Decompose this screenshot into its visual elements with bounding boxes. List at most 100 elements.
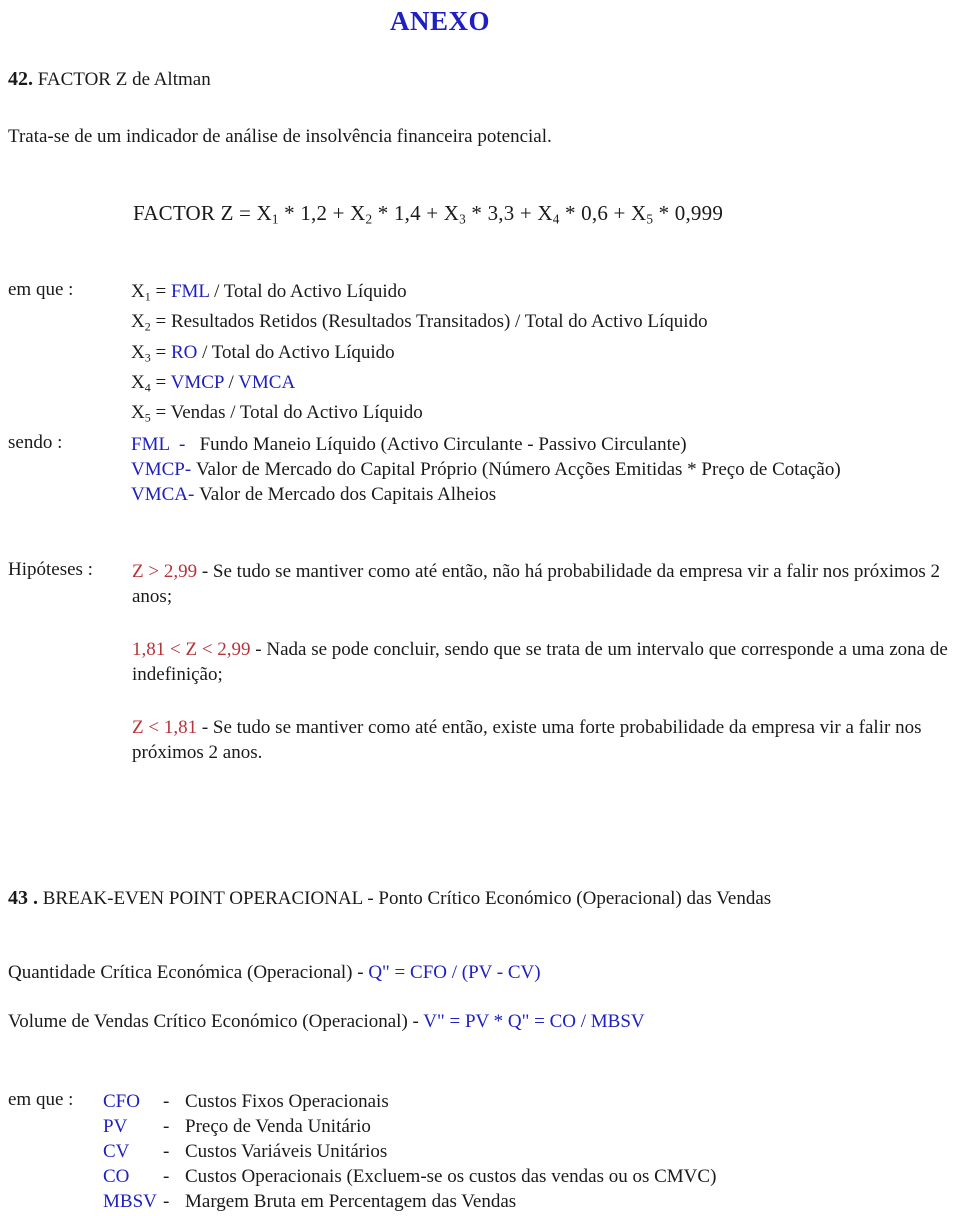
page-title: ANEXO	[389, 6, 490, 36]
definition-row-fml-dash: -	[179, 434, 186, 455]
equation-volume-critico-label: Volume de Vendas Crítico Económico (Oper…	[8, 1011, 424, 1032]
section-42-number: 42.	[8, 68, 33, 90]
hypothesis-row-1: Z > 2,99 - Se tudo se mantiver como até …	[132, 559, 958, 609]
formula-term-1: X1 * 1,2	[256, 201, 328, 227]
definition-row-fml-abbr: FML	[131, 434, 171, 455]
legend-row-co-text: Custos Operacionais (Excluem-se os custo…	[185, 1166, 717, 1187]
section-43-heading: 43 . BREAK-EVEN POINT OPERACIONAL - Pont…	[8, 887, 771, 910]
factor-z-formula: FACTOR Z = X1 * 1,2 + X2 * 1,4 + X3 * 3,…	[133, 201, 724, 227]
legend-row-co-dash: -	[163, 1166, 170, 1187]
hypothesis-row-1-dash: -	[197, 561, 213, 582]
definition-row-vmcp: VMCP- Valor de Mercado do Capital Própri…	[131, 457, 841, 482]
formula-term-1-sub: 1	[271, 211, 279, 227]
hypothesis-row-3-dash: -	[197, 717, 213, 738]
variable-row-x5-eq: =	[150, 402, 171, 424]
variable-row-x5-rest: Vendas / Total do Activo Líquido	[170, 402, 423, 424]
equation-quantidade-critica: Quantidade Crítica Económica (Operaciona…	[8, 962, 541, 984]
hipoteses-label: Hipóteses :	[8, 559, 93, 580]
variable-row-x4-term: VMCP	[170, 372, 224, 394]
em-que-label-1: em que :	[8, 279, 74, 300]
em-que-label-2: em que :	[8, 1089, 74, 1110]
variable-row-x3-term: RO	[170, 341, 198, 363]
definition-row-fml: FML - Fundo Maneio Líquido (Activo Circul…	[131, 432, 841, 457]
hypothesis-row-3: Z < 1,81 - Se tudo se mantiver como até …	[132, 715, 958, 765]
equation-volume-critico-formula: V" = PV * Q" = CO / MBSV	[423, 1011, 645, 1032]
section-43-number: 43 .	[8, 887, 38, 909]
variable-row-x1-eq: =	[150, 281, 171, 302]
definition-row-vmca-abbr: VMCA	[131, 484, 189, 505]
legend-row-cv-abbr: CV	[103, 1141, 130, 1162]
document-page: ANEXO 42. FACTOR Z de Altman Trata-se de…	[0, 0, 960, 1216]
legend-row-cfo-abbr: CFO	[103, 1091, 140, 1112]
legend-row-mbsv-text: Margem Bruta em Percentagem das Vendas	[185, 1191, 517, 1212]
formula-term-3-coef: 3,3	[487, 201, 515, 225]
variable-row-x3-rest: / Total do Activo Líquido	[197, 341, 395, 363]
hypothesis-row-3-text: Se tudo se mantiver como até então, exis…	[132, 717, 922, 763]
variable-row-x2-rest: Resultados Retidos (Resultados Transitad…	[170, 311, 708, 333]
variable-row-x4-rest: /	[223, 372, 239, 394]
variable-row-x4-term2: VMCA	[238, 372, 296, 394]
section-42-title: FACTOR Z de Altman	[37, 69, 211, 90]
legend-row-co: CO - Custos Operacionais (Excluem-se os cu…	[103, 1164, 716, 1189]
variable-row-x4-eq: =	[150, 372, 171, 394]
section-42-intro: Trata-se de um indicador de análise de i…	[8, 126, 552, 147]
formula-term-1-coef: 1,2	[300, 201, 328, 225]
legend-row-pv-abbr: PV	[103, 1116, 128, 1137]
legend-row-cv-dash: -	[163, 1141, 170, 1162]
formula-term-4: X4 * 0,6	[537, 201, 609, 227]
legend-row-co-abbr: CO	[103, 1166, 130, 1187]
legend-row-cv-text: Custos Variáveis Unitários	[185, 1141, 388, 1162]
section-43-title: BREAK-EVEN POINT OPERACIONAL - Ponto Crí…	[42, 888, 772, 909]
variable-row-x2-eq: =	[150, 311, 171, 333]
legend-row-cfo: CFO - Custos Fixos Operacionais	[103, 1089, 716, 1114]
variable-row-x3: X3 = RO / Total do Activo Líquido	[131, 341, 395, 365]
definition-row-vmca-dash: -	[188, 484, 195, 505]
legend-row-mbsv-dash: -	[163, 1191, 170, 1212]
variable-row-x3-eq: =	[150, 341, 171, 363]
legend-list: CFO - Custos Fixos Operacionais PV - Preço d…	[103, 1089, 716, 1214]
formula-term-4-op: *	[559, 201, 582, 225]
formula-term-4-coef: 0,6	[581, 201, 609, 225]
formula-term-4-sub: 4	[552, 211, 560, 227]
variable-row-x1-term: FML	[170, 281, 210, 302]
legend-row-pv: PV - Preço de Venda Unitário	[103, 1114, 716, 1139]
definition-row-vmca-text: Valor de Mercado dos Capitais Alheios	[199, 484, 497, 505]
formula-term-3-sub: 3	[459, 211, 466, 227]
variable-row-x5: X5 = Vendas / Total do Activo Líquido	[131, 402, 423, 425]
hypothesis-row-2-dash: -	[250, 639, 267, 660]
formula-lhs: FACTOR Z =	[133, 201, 257, 225]
definition-row-vmcp-text: Valor de Mercado do Capital Próprio (Núm…	[195, 459, 841, 480]
equation-quantidade-critica-label: Quantidade Crítica Económica (Operaciona…	[8, 962, 369, 983]
formula-term-2-op: *	[372, 201, 394, 225]
formula-term-2-coef: 1,4	[393, 201, 421, 225]
legend-row-pv-text: Preço de Venda Unitário	[185, 1116, 371, 1137]
hypothesis-row-1-text: Se tudo se mantiver como até então, não …	[132, 561, 940, 607]
section-42-heading: 42. FACTOR Z de Altman	[8, 68, 211, 91]
formula-term-3-op: *	[465, 201, 488, 225]
hypothesis-row-2: 1,81 < Z < 2,99 - Nada se pode concluir,…	[132, 637, 958, 687]
legend-row-cv: CV - Custos Variáveis Unitários	[103, 1139, 716, 1164]
variable-row-x1-rest: / Total do Activo Líquido	[209, 281, 407, 302]
legend-row-pv-dash: -	[163, 1116, 170, 1137]
legend-row-mbsv-abbr: MBSV	[103, 1191, 157, 1212]
formula-term-5-op: *	[653, 201, 675, 225]
hypothesis-row-1-condition: Z > 2,99	[132, 561, 198, 582]
formula-term-2: X2 * 1,4	[350, 201, 421, 227]
definition-row-vmca: VMCA- Valor de Mercado dos Capitais Alhe…	[131, 482, 841, 507]
hypothesis-row-2-condition: 1,81 < Z < 2,99	[132, 639, 251, 660]
formula-term-1-op: *	[278, 201, 301, 225]
formula-term-3: X3 * 3,3	[443, 201, 515, 227]
definition-row-vmcp-abbr: VMCP	[131, 459, 185, 480]
variable-row-x1: X1 = FML / Total do Activo Líquido	[131, 281, 407, 304]
variable-row-x4: X4 = VMCP / VMCA	[131, 372, 296, 395]
sendo-label: sendo :	[8, 432, 63, 453]
legend-row-cfo-text: Custos Fixos Operacionais	[185, 1091, 389, 1112]
hypotheses-list: Z > 2,99 - Se tudo se mantiver como até …	[132, 559, 958, 765]
formula-term-5-coef: 0,999	[674, 201, 724, 225]
definition-row-fml-text: Fundo Maneio Líquido (Activo Circulante …	[199, 434, 687, 455]
abbreviation-definition-list: FML - Fundo Maneio Líquido (Activo Circul…	[131, 432, 841, 507]
legend-row-cfo-dash: -	[163, 1091, 170, 1112]
variable-definition-list: X1 = FML / Total do Activo Líquido X2 = …	[131, 279, 708, 431]
hypothesis-row-3-condition: Z < 1,81	[132, 717, 198, 738]
equation-volume-critico: Volume de Vendas Crítico Económico (Oper…	[8, 1011, 645, 1033]
